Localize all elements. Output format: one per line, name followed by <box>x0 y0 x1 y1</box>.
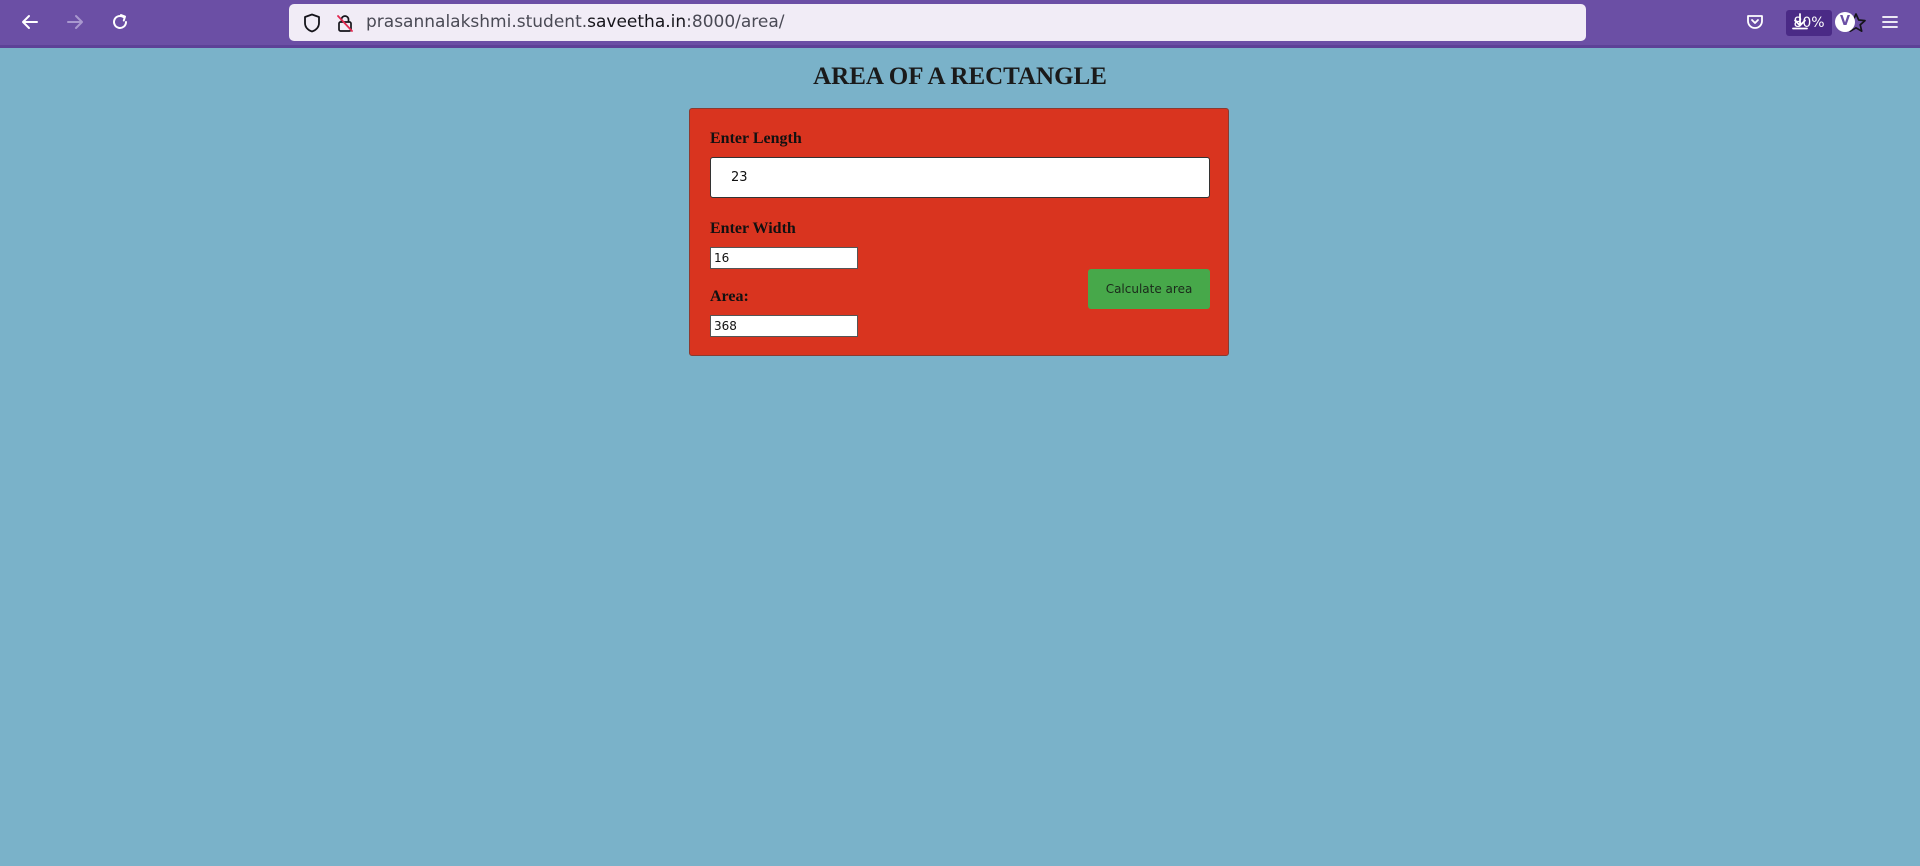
area-label: Area: <box>710 288 749 305</box>
tracking-protection-button[interactable] <box>297 4 327 41</box>
insecure-lock-icon <box>337 14 353 32</box>
back-arrow-icon <box>22 15 38 29</box>
reload-button[interactable] <box>102 6 138 38</box>
url-path-suffix: :8000/area/ <box>686 12 785 32</box>
back-button[interactable] <box>12 6 48 38</box>
browser-toolbar: prasannalakshmi.student.saveetha.in:8000… <box>0 0 1920 48</box>
url-text[interactable]: prasannalakshmi.student.saveetha.in:8000… <box>366 4 785 41</box>
pocket-button[interactable] <box>1737 6 1773 38</box>
menu-button[interactable] <box>1872 6 1908 38</box>
width-input[interactable] <box>710 247 858 269</box>
pocket-icon <box>1747 15 1763 29</box>
hamburger-menu-icon <box>1882 16 1898 28</box>
forward-button[interactable] <box>57 6 93 38</box>
length-label: Enter Length <box>710 130 802 147</box>
site-security-button[interactable] <box>330 4 360 41</box>
forward-arrow-icon <box>67 15 83 29</box>
page-title: AREA OF A RECTANGLE <box>813 63 1107 90</box>
length-input[interactable] <box>710 157 1210 198</box>
account-icon[interactable]: V <box>1835 12 1855 32</box>
address-bar[interactable]: prasannalakshmi.student.saveetha.in:8000… <box>289 4 1866 41</box>
download-icon <box>1792 13 1808 30</box>
area-output[interactable] <box>710 315 858 337</box>
url-domain: saveetha.in <box>587 12 687 32</box>
width-label: Enter Width <box>710 220 796 237</box>
reload-icon <box>113 14 127 29</box>
downloads-button[interactable] <box>1782 6 1818 38</box>
area-form-card: Enter Length Enter Width Area: Calculate… <box>689 108 1229 356</box>
calculate-area-button[interactable]: Calculate area <box>1088 269 1210 309</box>
url-path-prefix: prasannalakshmi.student. <box>366 12 588 32</box>
shield-icon <box>304 13 320 32</box>
